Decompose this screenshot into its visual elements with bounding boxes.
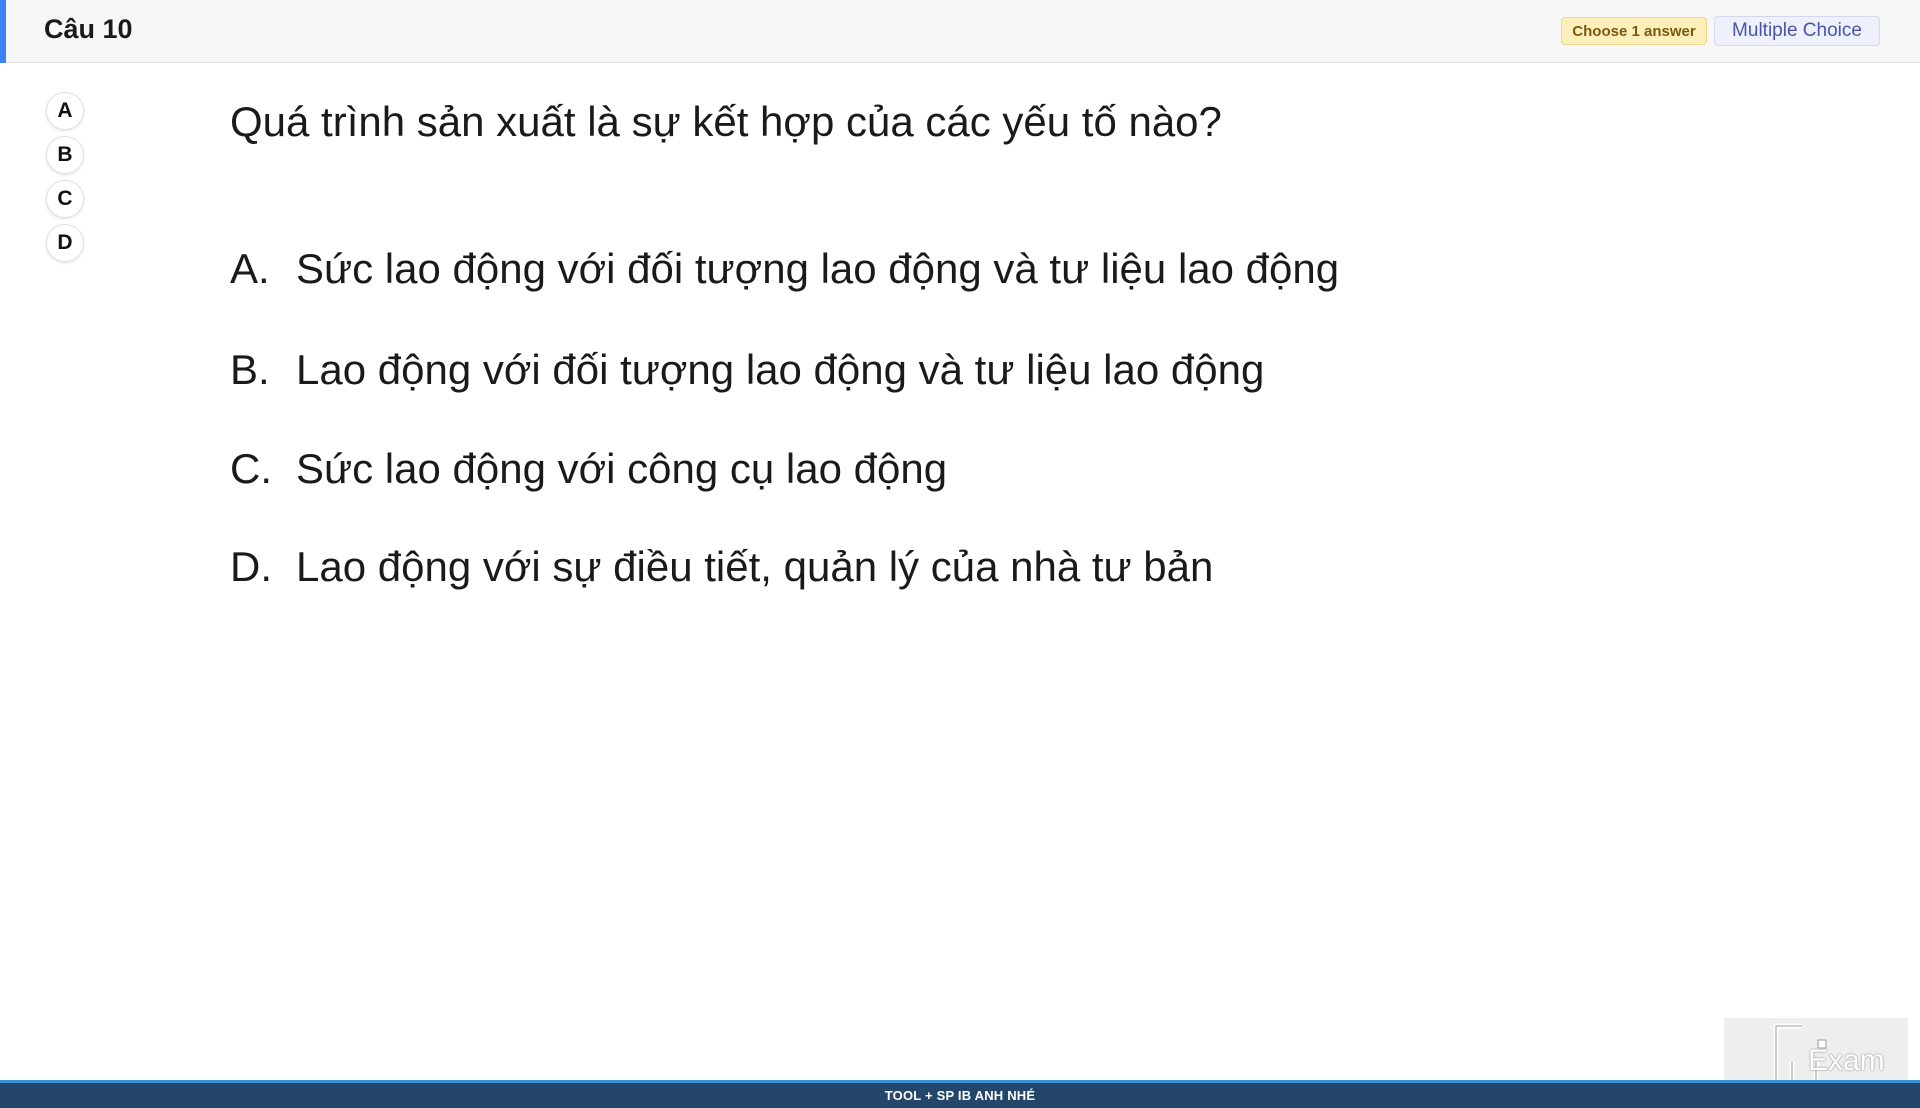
option-letter: C. (230, 445, 272, 492)
answer-option-a-button[interactable]: A (46, 92, 84, 130)
question-option-d: D. Lao động với sự điều tiết, quản lý củ… (230, 543, 1213, 591)
answer-option-d-button[interactable]: D (46, 224, 84, 262)
header-accent-bar (0, 0, 6, 63)
question-number: Câu 10 (44, 14, 133, 44)
question-text: Quá trình sản xuất là sự kết hợp của các… (230, 98, 1222, 145)
option-letter: D. (230, 543, 272, 590)
question-option-a: A. Sức lao động với đối tượng lao động v… (230, 245, 1339, 293)
option-letter: B. (230, 346, 270, 393)
watermark-text: Exam (1808, 1044, 1885, 1077)
footer-bar: TOOL + SP IB ANH NHÉ (0, 1080, 1920, 1108)
option-text: Sức lao động với công cụ lao động (296, 445, 948, 492)
exam-page: Câu 10 Choose 1 answer Multiple Choice A… (0, 0, 1920, 1108)
answer-option-c-button[interactable]: C (46, 180, 84, 218)
footer-text: TOOL + SP IB ANH NHÉ (884, 1088, 1036, 1103)
question-type-badge: Multiple Choice (1714, 16, 1880, 46)
option-letter: A. (230, 245, 270, 292)
option-text: Sức lao động với đối tượng lao động và t… (296, 245, 1340, 292)
option-text: Lao động với sự điều tiết, quản lý của n… (296, 543, 1214, 590)
option-text: Lao động với đối tượng lao động và tư li… (296, 346, 1265, 393)
answer-count-badge: Choose 1 answer (1561, 17, 1707, 45)
question-header: Câu 10 Choose 1 answer Multiple Choice (0, 0, 1920, 63)
question-option-c: C. Sức lao động với công cụ lao động (230, 445, 947, 493)
answer-option-b-button[interactable]: B (46, 136, 84, 174)
question-option-b: B. Lao động với đối tượng lao động và tư… (230, 346, 1264, 394)
